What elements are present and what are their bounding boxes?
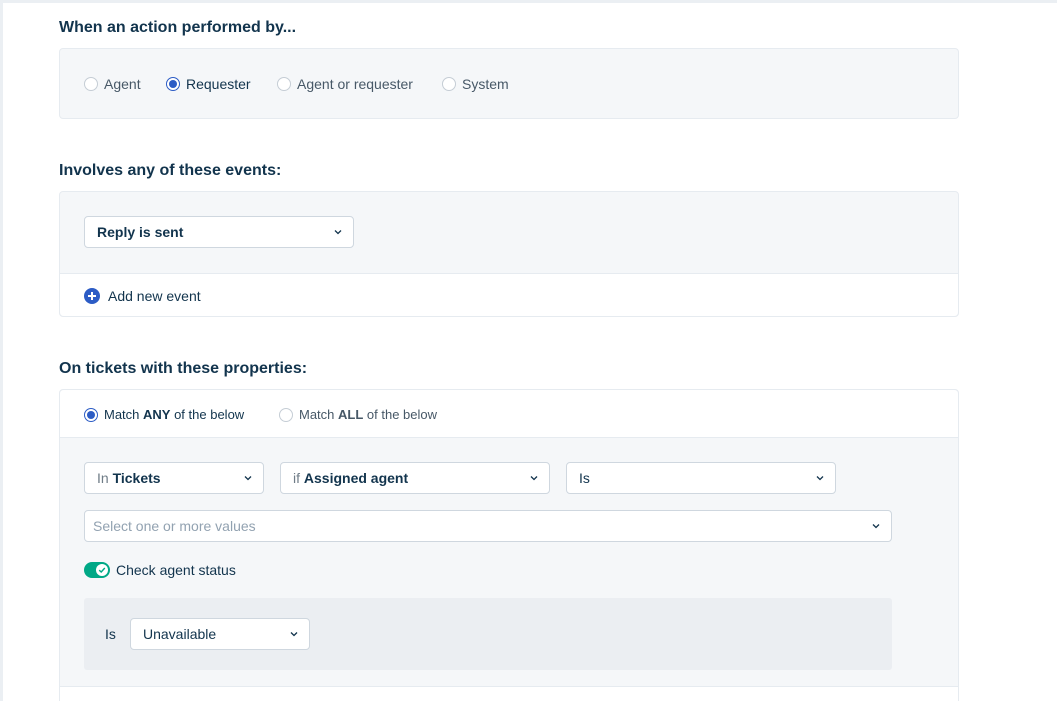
field-select[interactable]: if Assigned agent (280, 462, 550, 494)
radio-match-all-label: Match ALL of the below (299, 407, 438, 422)
radio-agent-circle[interactable] (84, 77, 98, 91)
check-icon (98, 567, 106, 573)
field-prefix: if (293, 470, 300, 486)
radio-match-any[interactable]: Match ANY of the below (84, 407, 244, 422)
add-event-row[interactable]: Add new event (60, 273, 958, 316)
field-value: Assigned agent (303, 470, 409, 486)
radio-match-all[interactable]: Match ALL of the below (279, 407, 437, 422)
actor-panel: Agent Requester Agent or requester Syste… (59, 48, 959, 119)
plus-circle-icon[interactable] (84, 288, 100, 304)
radio-agent[interactable]: Agent (84, 76, 141, 92)
actor-section-title: When an action performed by... (59, 19, 297, 36)
radio-agent-label: Agent (104, 76, 141, 92)
radio-agent-or-requester-label: Agent or requester (297, 76, 413, 92)
chevron-down-icon (872, 524, 880, 529)
values-select[interactable]: Select one or more values (84, 510, 892, 542)
left-edge (0, 0, 3, 701)
scope-value: Tickets (112, 470, 161, 486)
scope-select[interactable]: In Tickets (84, 462, 264, 494)
properties-section-title: On tickets with these properties: (59, 360, 308, 377)
toggle-knob (96, 564, 108, 576)
values-placeholder: Select one or more values (93, 518, 256, 534)
radio-requester-circle[interactable] (166, 77, 180, 91)
radio-match-all-circle[interactable] (279, 407, 293, 422)
agent-status-box: Is Unavailable (84, 598, 892, 670)
radio-system-circle[interactable] (442, 77, 456, 91)
radio-system-label: System (462, 76, 509, 92)
chevron-down-icon (290, 632, 298, 637)
events-section-title: Involves any of these events: (59, 162, 282, 179)
radio-match-any-label: Match ANY of the below (104, 407, 245, 422)
event-select[interactable]: Reply is sent (84, 216, 354, 248)
status-operator-label: Is (105, 626, 116, 642)
chevron-down-icon (334, 230, 342, 235)
chevron-down-icon (244, 476, 252, 481)
chevron-down-icon (530, 476, 538, 481)
event-select-value: Reply is sent (97, 224, 184, 240)
radio-match-any-circle[interactable] (84, 407, 98, 422)
properties-panel: Match ANY of the below Match ALL of the … (59, 389, 959, 701)
radio-requester-label: Requester (186, 76, 251, 92)
chevron-down-icon (816, 476, 824, 481)
check-status-label: Check agent status (116, 562, 236, 578)
status-select[interactable]: Unavailable (130, 618, 310, 650)
check-status-toggle[interactable] (84, 562, 110, 578)
radio-system[interactable]: System (442, 76, 509, 92)
match-row: Match ANY of the below Match ALL of the … (60, 390, 958, 438)
operator-value: Is (579, 470, 590, 486)
radio-agent-or-requester[interactable]: Agent or requester (277, 76, 413, 92)
add-event-label[interactable]: Add new event (108, 288, 201, 304)
radio-requester[interactable]: Requester (166, 76, 251, 92)
status-value: Unavailable (143, 626, 217, 642)
events-panel: Reply is sent Add new event (59, 191, 959, 317)
scope-prefix: In (97, 470, 109, 486)
operator-select[interactable]: Is (566, 462, 836, 494)
next-condition-row (60, 686, 958, 701)
radio-agent-or-requester-circle[interactable] (277, 77, 291, 91)
top-edge (0, 0, 1057, 3)
